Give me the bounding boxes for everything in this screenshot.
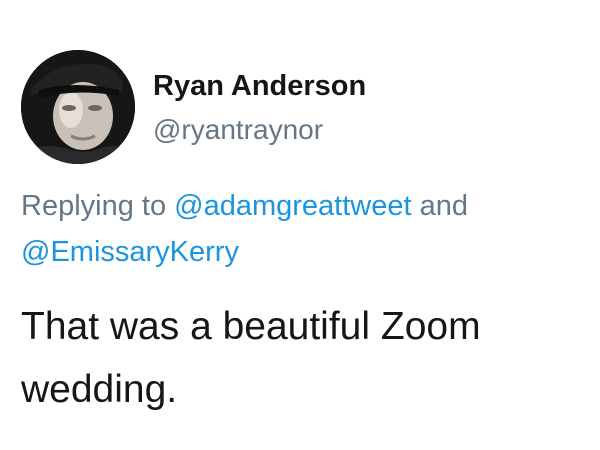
replying-to-line: Replying to @adamgreattweet and [21, 190, 468, 223]
author-handle[interactable]: @ryantraynor [153, 114, 323, 146]
replying-to-line-2: @EmissaryKerry [21, 236, 239, 269]
user-avatar-photo-icon [21, 50, 135, 164]
replying-to-label: Replying to [21, 190, 175, 222]
mention-link-adamgreattweet[interactable]: @adamgreattweet [174, 190, 411, 222]
author-display-name[interactable]: Ryan Anderson [153, 70, 366, 103]
tweet-card: Ryan Anderson @ryantraynor Replying to @… [0, 0, 600, 450]
mention-link-emissarykerry[interactable]: @EmissaryKerry [21, 236, 239, 268]
replying-to-conjunction: and [411, 190, 469, 222]
author-avatar[interactable] [21, 50, 135, 164]
tweet-text-line-2: wedding. [21, 368, 178, 411]
tweet-text-line-1: That was a beautiful Zoom [21, 305, 481, 348]
